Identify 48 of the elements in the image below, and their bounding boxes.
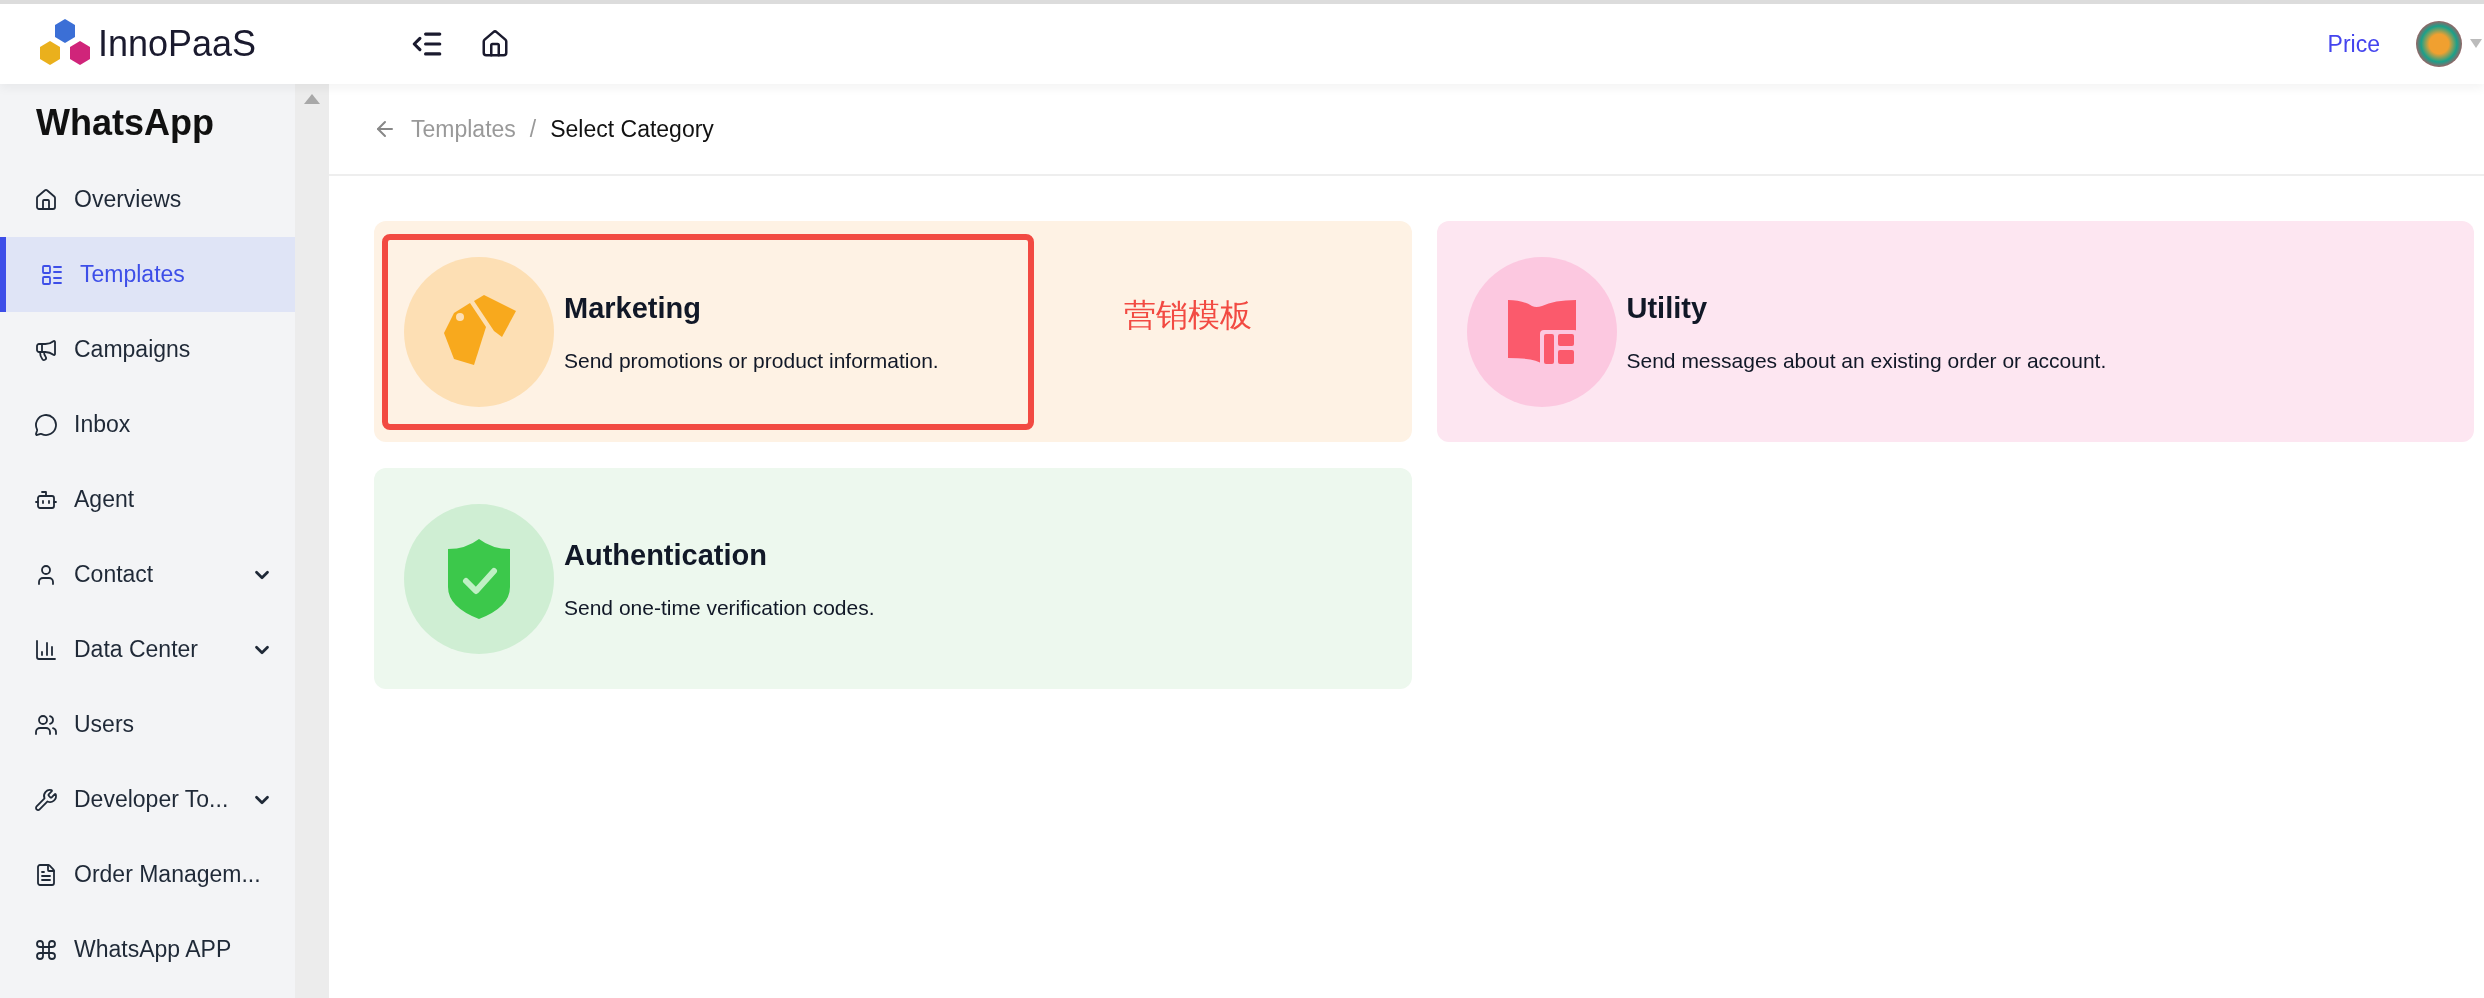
sidebar-label: Order Managem... bbox=[74, 860, 262, 890]
breadcrumb-current-page: Select Category bbox=[550, 114, 714, 144]
sidebar-item[interactable]: Overviews bbox=[0, 162, 295, 237]
chat-icon bbox=[34, 412, 58, 437]
logo-text: InnoPaaS bbox=[98, 22, 257, 66]
card-description: Send messages about an existing order or account. bbox=[1626, 347, 2107, 374]
card-title: Utility bbox=[1626, 291, 1709, 326]
sidebar-label: Data Center bbox=[74, 635, 199, 665]
home-icon bbox=[34, 187, 58, 212]
card-title: Marketing bbox=[564, 291, 702, 326]
sidebar-item[interactable]: Data Center bbox=[0, 612, 295, 687]
sidebar-item[interactable]: WhatsApp APP bbox=[0, 912, 295, 987]
bar-chart-icon bbox=[34, 637, 58, 662]
sidebar-label: Overviews bbox=[74, 185, 183, 215]
sidebar-label: Agent bbox=[74, 485, 136, 515]
sidebar-item[interactable]: Campaigns bbox=[0, 312, 295, 387]
sidebar-label: Templates bbox=[80, 260, 186, 290]
card-description: Send one-time verification codes. bbox=[564, 594, 875, 621]
price-link[interactable]: Price bbox=[2327, 26, 2380, 62]
list-icon bbox=[40, 262, 64, 287]
document-icon bbox=[34, 862, 58, 887]
avatar[interactable] bbox=[2416, 21, 2462, 67]
sidebar-label: Developer To... bbox=[74, 785, 230, 815]
sidebar-title: WhatsApp bbox=[35, 101, 215, 145]
command-icon bbox=[34, 937, 58, 962]
sidebar-item[interactable]: Contact bbox=[0, 537, 295, 612]
category-card[interactable]: Utility Send messages about an existing order or account. bbox=[1436, 221, 2474, 442]
card-title: Authentication bbox=[564, 538, 768, 573]
sidebar-item[interactable]: Order Managem... bbox=[0, 837, 295, 912]
sidebar-item[interactable]: Users bbox=[0, 687, 295, 762]
home-icon[interactable] bbox=[480, 29, 510, 59]
sidebar-item[interactable]: Inbox bbox=[0, 387, 295, 462]
sidebar-label: WhatsApp APP bbox=[74, 935, 233, 965]
sidebar-label: Campaigns bbox=[74, 335, 192, 365]
sidebar-item[interactable]: Templates bbox=[0, 237, 295, 312]
sidebar-item[interactable]: Developer To... bbox=[0, 762, 295, 837]
category-card[interactable]: Authentication Send one-time verification codes. bbox=[374, 468, 1412, 689]
sidebar-item[interactable]: Agent bbox=[0, 462, 295, 537]
category-card[interactable]: Marketing Send promotions or product information. 营销模板 bbox=[374, 221, 1412, 442]
card-description: Send promotions or product information. bbox=[564, 347, 939, 374]
tools-icon bbox=[34, 787, 58, 812]
annotation-text: 营销模板 bbox=[1124, 294, 1252, 336]
users-icon bbox=[34, 712, 58, 737]
sidebar-label: Inbox bbox=[74, 410, 132, 440]
breadcrumb-separator: / bbox=[529, 114, 537, 144]
sidebar-label: Users bbox=[74, 710, 136, 740]
sidebar-label: Contact bbox=[74, 560, 155, 590]
megaphone-icon bbox=[34, 337, 58, 362]
